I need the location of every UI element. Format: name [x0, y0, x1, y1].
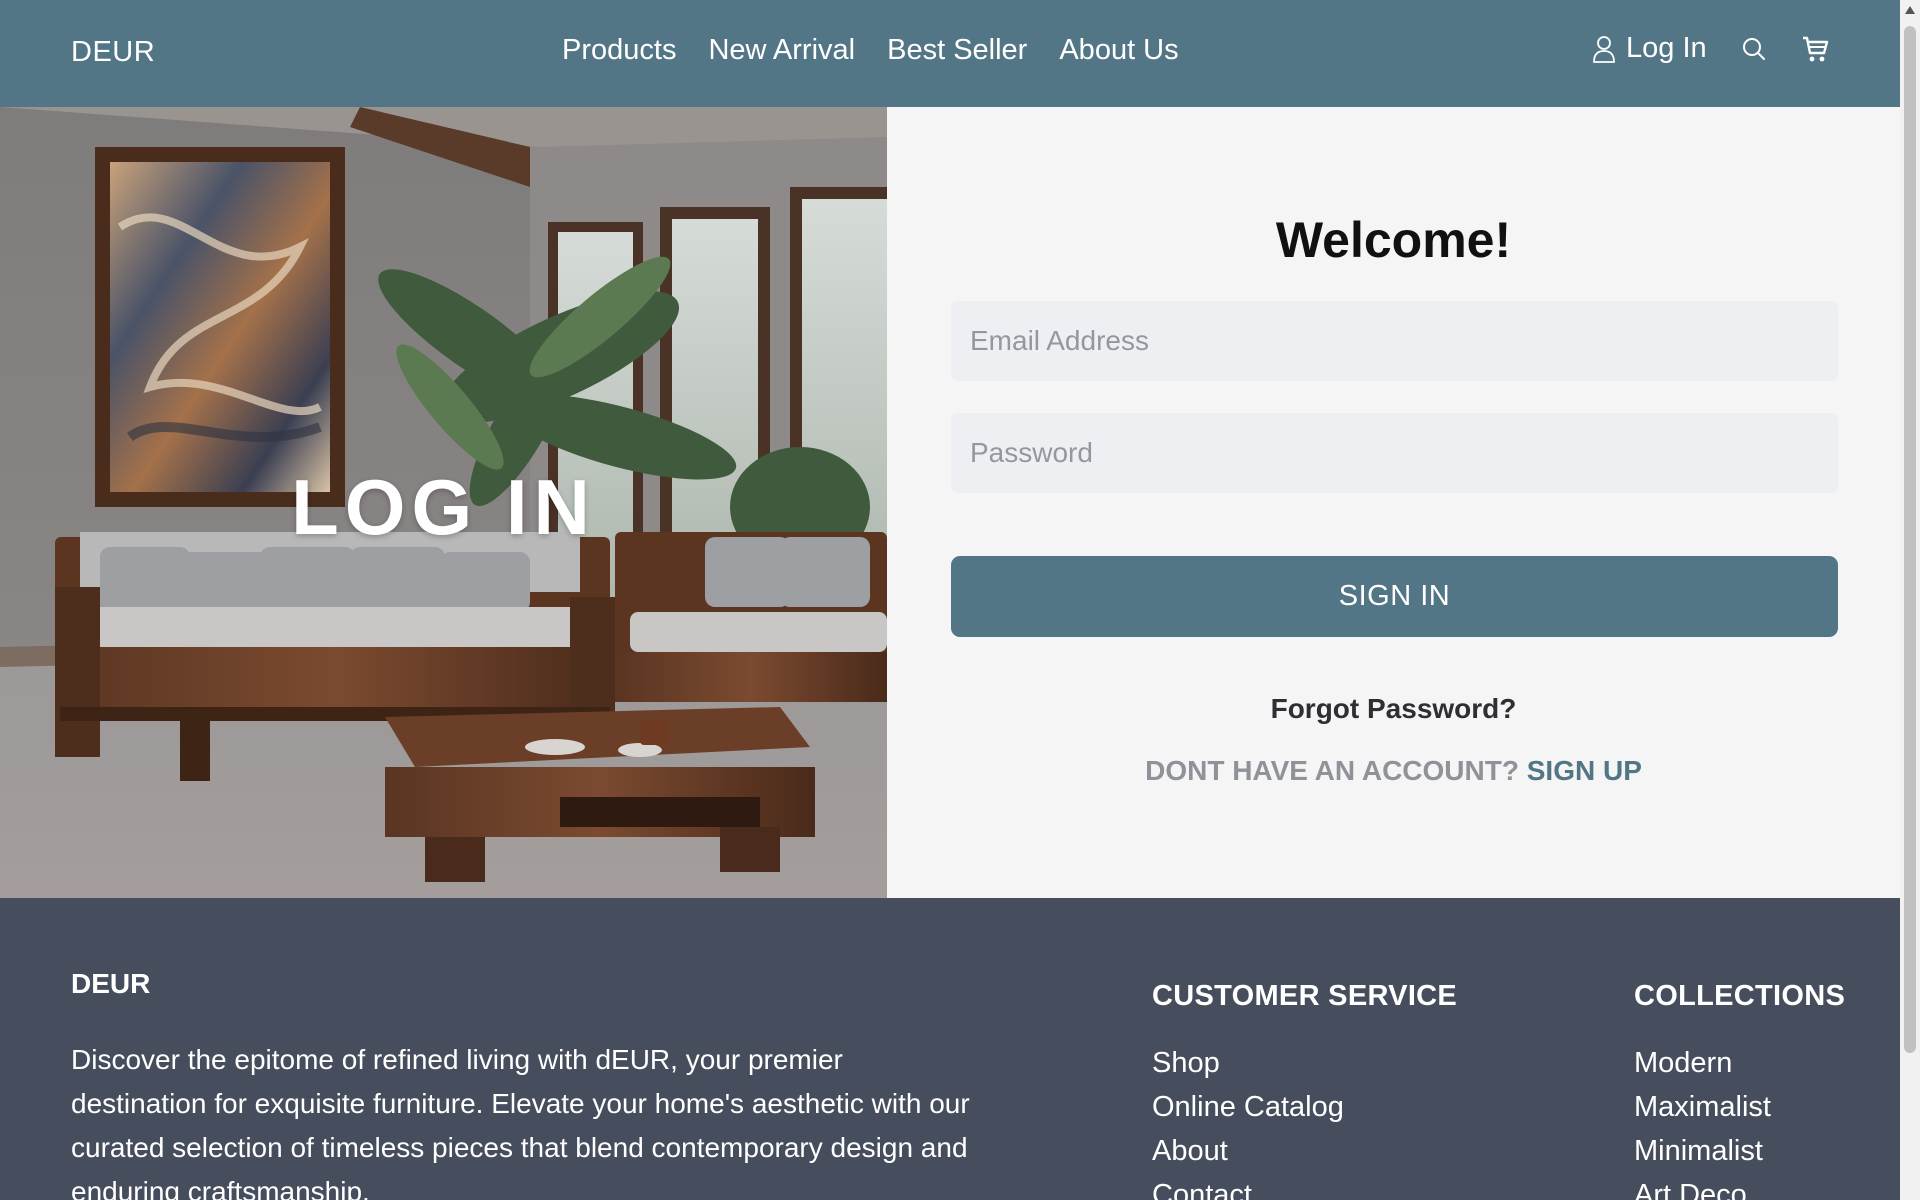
site-header: DEUR Products New Arrival Best Seller Ab…: [0, 0, 1900, 107]
email-field[interactable]: [951, 301, 1838, 381]
footer-link-maximalist[interactable]: Maximalist: [1634, 1085, 1845, 1129]
main-nav: Products New Arrival Best Seller About U…: [562, 34, 1179, 67]
sign-in-button[interactable]: SIGN IN: [951, 556, 1838, 637]
collections-heading: COLLECTIONS: [1634, 980, 1846, 1012]
sign-up-link[interactable]: SIGN UP: [1527, 755, 1642, 786]
footer-link-about[interactable]: About: [1152, 1129, 1457, 1173]
no-account-text: DONT HAVE AN ACCOUNT?: [1145, 755, 1519, 786]
welcome-heading: Welcome!: [1275, 212, 1512, 268]
hero-image: LOG IN: [0, 107, 887, 898]
forgot-password-link[interactable]: Forgot Password?: [887, 693, 1900, 725]
search-icon: [1741, 36, 1767, 62]
footer-link-online-catalog[interactable]: Online Catalog: [1152, 1085, 1457, 1129]
search-button[interactable]: [1741, 36, 1767, 62]
cart-button[interactable]: [1801, 35, 1829, 63]
login-link[interactable]: Log In: [1592, 32, 1707, 65]
footer-link-contact[interactable]: Contact: [1152, 1173, 1457, 1200]
footer-link-minimalist[interactable]: Minimalist: [1634, 1129, 1845, 1173]
scroll-up-arrow-icon[interactable]: [1905, 6, 1915, 14]
footer-link-shop[interactable]: Shop: [1152, 1041, 1457, 1085]
collections-column: COLLECTIONS Modern Maximalist Minimalist…: [1634, 980, 1845, 1200]
customer-service-column: CUSTOMER SERVICE Shop Online Catalog Abo…: [1152, 980, 1457, 1200]
page-scrollbar[interactable]: [1900, 0, 1920, 1200]
nav-about-us[interactable]: About Us: [1059, 34, 1178, 67]
nav-products[interactable]: Products: [562, 34, 676, 67]
signup-prompt: DONT HAVE AN ACCOUNT? SIGN UP: [887, 755, 1900, 787]
site-footer: DEUR Discover the epitome of refined liv…: [0, 898, 1900, 1200]
password-field[interactable]: [951, 413, 1838, 493]
nav-best-seller[interactable]: Best Seller: [887, 34, 1027, 67]
scrollbar-thumb[interactable]: [1904, 26, 1916, 1053]
footer-description: Discover the epitome of refined living w…: [71, 1044, 970, 1200]
header-actions: Log In: [1592, 32, 1829, 65]
footer-link-modern[interactable]: Modern: [1634, 1041, 1845, 1085]
brand-logo[interactable]: DEUR: [71, 36, 155, 69]
login-panel: Welcome! SIGN IN Forgot Password? DONT H…: [887, 107, 1900, 898]
cart-icon: [1801, 35, 1829, 63]
nav-new-arrival[interactable]: New Arrival: [708, 34, 855, 67]
hero-title: LOG IN: [291, 463, 596, 551]
user-icon: [1592, 34, 1616, 64]
login-link-label: Log In: [1626, 32, 1707, 64]
customer-service-heading: CUSTOMER SERVICE: [1152, 980, 1458, 1012]
footer-link-art-deco[interactable]: Art Deco: [1634, 1173, 1845, 1200]
footer-brand: DEUR: [71, 968, 151, 999]
